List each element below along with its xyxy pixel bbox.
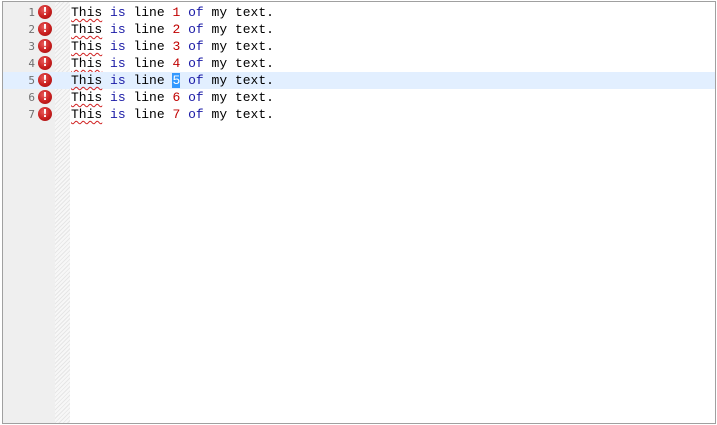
keyword-token: is (110, 73, 126, 88)
error-icon[interactable]: ! (38, 56, 52, 70)
word-token: line (133, 73, 165, 88)
word-token: line (133, 56, 165, 71)
editor-line[interactable]: 7 ! This is line 7 of my text. (3, 106, 715, 123)
keyword-token: is (110, 107, 126, 122)
number-token: 3 (172, 39, 181, 54)
word-token: text. (234, 90, 274, 105)
word-token: text. (234, 107, 274, 122)
keyword-token: is (110, 5, 126, 20)
line-number: 7 (28, 108, 35, 121)
editor-line[interactable]: 6 ! This is line 6 of my text. (3, 89, 715, 106)
misspelled-word: This (71, 73, 103, 88)
selected-text[interactable]: 5 (172, 73, 181, 88)
number-token: 2 (172, 22, 181, 37)
misspelled-word: This (71, 90, 103, 105)
keyword-token: is (110, 22, 126, 37)
editor-line[interactable]: 1 ! This is line 1 of my text. (3, 4, 715, 21)
line-text[interactable]: This is line 3 of my text. (71, 38, 274, 55)
misspelled-word: This (71, 107, 103, 122)
number-token: 7 (172, 107, 181, 122)
error-icon[interactable]: ! (38, 107, 52, 121)
line-number: 4 (28, 57, 35, 70)
word-token: text. (234, 5, 274, 20)
word-token: text. (234, 22, 274, 37)
misspelled-word: This (71, 22, 103, 37)
keyword-token: is (110, 56, 126, 71)
keyword-token: is (110, 39, 126, 54)
error-icon[interactable]: ! (38, 5, 52, 19)
word-token: my (211, 5, 228, 20)
line-number: 5 (28, 74, 35, 87)
word-token: my (211, 39, 228, 54)
keyword-token: of (188, 5, 204, 20)
editor-line[interactable]: 4 ! This is line 4 of my text. (3, 55, 715, 72)
keyword-token: of (188, 56, 204, 71)
error-icon[interactable]: ! (38, 22, 52, 36)
line-text[interactable]: This is line 6 of my text. (71, 89, 274, 106)
word-token: my (211, 107, 228, 122)
word-token: line (133, 5, 165, 20)
misspelled-word: This (71, 39, 103, 54)
word-token: line (133, 90, 165, 105)
editor-line[interactable]: 2 ! This is line 2 of my text. (3, 21, 715, 38)
line-number: 3 (28, 40, 35, 53)
word-token: my (211, 90, 228, 105)
line-text[interactable]: This is line 4 of my text. (71, 55, 274, 72)
word-token: my (211, 73, 228, 88)
word-token: text. (234, 56, 274, 71)
line-text[interactable]: This is line 2 of my text. (71, 21, 274, 38)
word-token: text. (234, 39, 274, 54)
number-token: 4 (172, 56, 181, 71)
keyword-token: of (188, 90, 204, 105)
misspelled-word: This (71, 5, 103, 20)
word-token: line (133, 39, 165, 54)
word-token: line (133, 107, 165, 122)
line-number: 1 (28, 6, 35, 19)
number-token: 6 (172, 90, 181, 105)
line-text[interactable]: This is line 7 of my text. (71, 106, 274, 123)
error-icon[interactable]: ! (38, 90, 52, 104)
editor-lines: 1 ! This is line 1 of my text. 2 ! This … (3, 4, 715, 123)
number-token: 1 (172, 5, 181, 20)
keyword-token: of (188, 39, 204, 54)
keyword-token: is (110, 90, 126, 105)
line-text[interactable]: This is line 1 of my text. (71, 4, 274, 21)
word-token: my (211, 22, 228, 37)
editor-line[interactable]: 3 ! This is line 3 of my text. (3, 38, 715, 55)
keyword-token: of (188, 73, 204, 88)
word-token: text. (234, 73, 274, 88)
word-token: my (211, 56, 228, 71)
error-icon[interactable]: ! (38, 39, 52, 53)
keyword-token: of (188, 107, 204, 122)
line-text[interactable]: This is line 5 of my text. (71, 72, 274, 89)
misspelled-word: This (71, 56, 103, 71)
error-icon[interactable]: ! (38, 73, 52, 87)
line-number: 2 (28, 23, 35, 36)
current-line[interactable]: 5 ! This is line 5 of my text. (3, 72, 715, 89)
line-number: 6 (28, 91, 35, 104)
word-token: line (133, 22, 165, 37)
keyword-token: of (188, 22, 204, 37)
code-editor[interactable]: 1 ! This is line 1 of my text. 2 ! This … (2, 1, 716, 424)
